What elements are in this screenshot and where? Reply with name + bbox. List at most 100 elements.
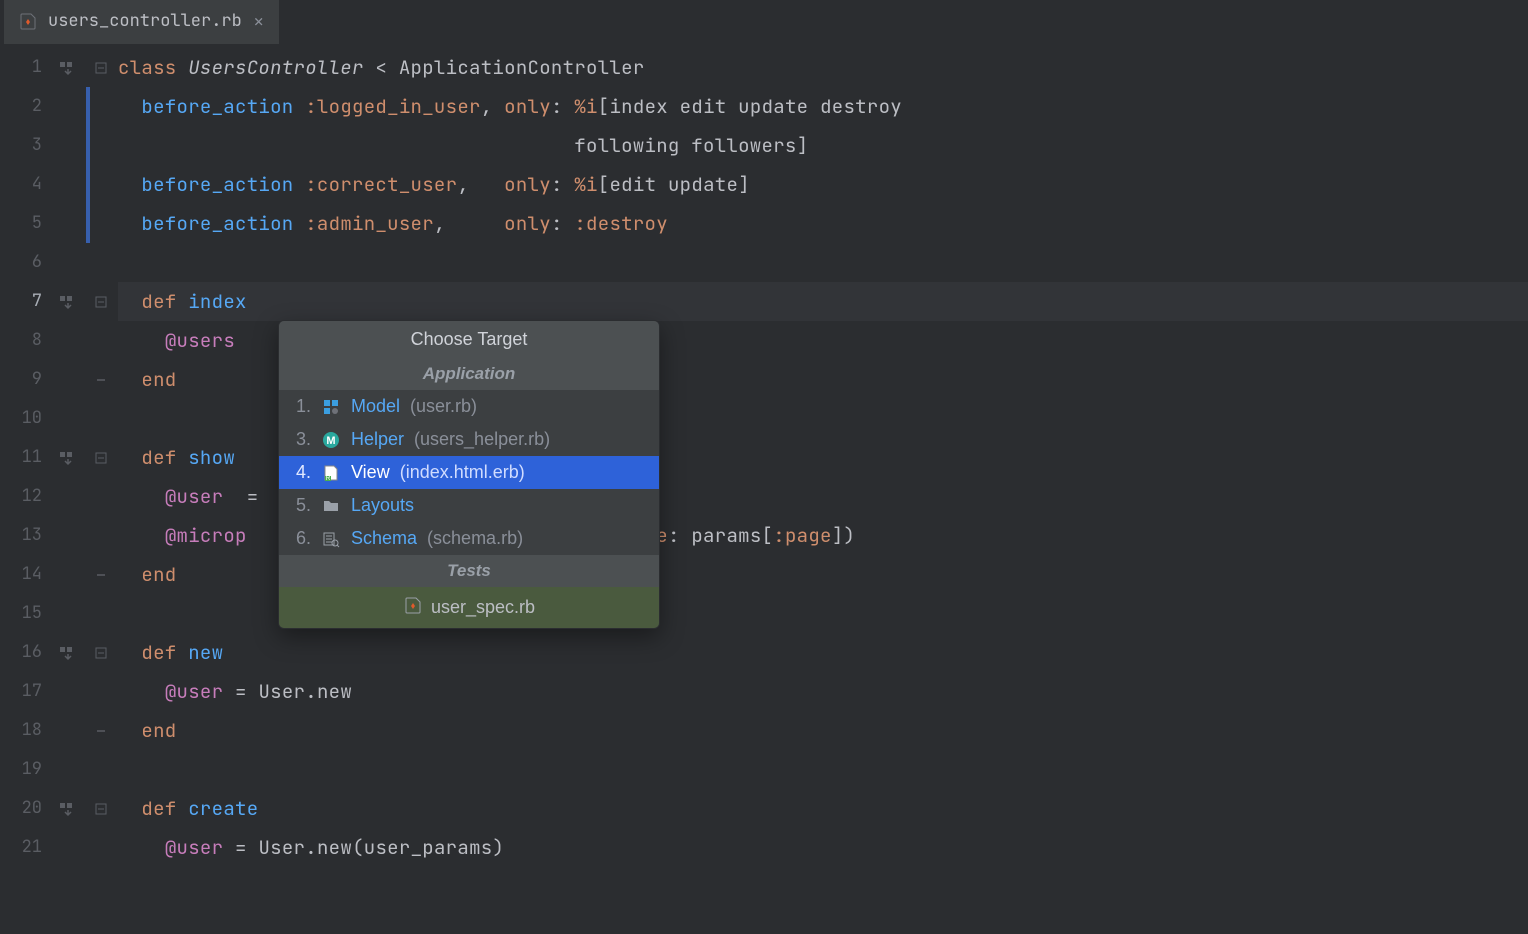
gutter-marker[interactable] [50, 633, 86, 672]
line-number[interactable]: 16 [0, 633, 50, 672]
line-number[interactable]: 7 [0, 282, 50, 321]
fold-toggle [90, 243, 112, 282]
code-line[interactable]: @user = User.new [118, 672, 1528, 711]
popup-item-label: Helper [351, 429, 404, 450]
line-number[interactable]: 14 [0, 555, 50, 594]
code-line[interactable]: following followers] [118, 126, 1528, 165]
code-line[interactable]: class UsersController < ApplicationContr… [118, 48, 1528, 87]
line-number[interactable]: 20 [0, 789, 50, 828]
line-number[interactable]: 19 [0, 750, 50, 789]
line-number[interactable]: 2 [0, 87, 50, 126]
gutter-marker [50, 594, 86, 633]
popup-item-number: 1. [291, 396, 311, 417]
gutter-marker [50, 126, 86, 165]
popup-item-number: 6. [291, 528, 311, 549]
popup-item-model[interactable]: 1.Model (user.rb) [279, 390, 659, 423]
choose-target-popup: Choose Target Application 1.Model (user.… [278, 320, 660, 629]
fold-toggle [90, 477, 112, 516]
popup-test-item[interactable]: user_spec.rb [279, 587, 659, 628]
line-number[interactable]: 10 [0, 399, 50, 438]
helper-icon: M [321, 430, 341, 450]
popup-item-helper[interactable]: 3.MHelper (users_helper.rb) [279, 423, 659, 456]
gutter-marker [50, 360, 86, 399]
gutter-marker [50, 477, 86, 516]
line-number[interactable]: 5 [0, 204, 50, 243]
line-number[interactable]: 11 [0, 438, 50, 477]
popup-title: Choose Target [279, 321, 659, 358]
code-line[interactable]: def index [118, 282, 1528, 321]
popup-item-schema[interactable]: 6. Schema (schema.rb) [279, 522, 659, 555]
popup-test-label: user_spec.rb [431, 597, 535, 618]
line-number[interactable]: 17 [0, 672, 50, 711]
marker-column [50, 44, 86, 934]
gutter-marker[interactable] [50, 789, 86, 828]
line-number[interactable]: 9 [0, 360, 50, 399]
line-number[interactable]: 6 [0, 243, 50, 282]
popup-section-tests: Tests [279, 555, 659, 587]
fold-toggle[interactable] [90, 789, 112, 828]
fold-toggle [90, 321, 112, 360]
popup-item-hint: (schema.rb) [427, 528, 523, 549]
view-icon: R [321, 463, 341, 483]
fold-toggle [90, 126, 112, 165]
fold-toggle[interactable] [90, 438, 112, 477]
code-line[interactable]: before_action :admin_user, only: :destro… [118, 204, 1528, 243]
line-number[interactable]: 13 [0, 516, 50, 555]
code-line[interactable]: before_action :correct_user, only: %i[ed… [118, 165, 1528, 204]
fold-toggle [90, 399, 112, 438]
line-number[interactable]: 4 [0, 165, 50, 204]
gutter-marker [50, 399, 86, 438]
fold-toggle [90, 594, 112, 633]
gutter-marker[interactable] [50, 282, 86, 321]
line-number[interactable]: 21 [0, 828, 50, 867]
gutter-marker [50, 750, 86, 789]
fold-toggle[interactable] [90, 282, 112, 321]
code-line[interactable] [118, 750, 1528, 789]
line-number[interactable]: 8 [0, 321, 50, 360]
fold-toggle [90, 516, 112, 555]
fold-toggle[interactable] [90, 555, 112, 594]
popup-item-number: 3. [291, 429, 311, 450]
gutter-marker[interactable] [50, 48, 86, 87]
fold-toggle[interactable] [90, 48, 112, 87]
code-line[interactable]: def new [118, 633, 1528, 672]
code-line[interactable]: @user = User.new(user_params) [118, 828, 1528, 867]
popup-item-label: Layouts [351, 495, 414, 516]
code-line[interactable]: before_action :logged_in_user, only: %i[… [118, 87, 1528, 126]
gutter-marker [50, 87, 86, 126]
gutter-marker [50, 672, 86, 711]
schema-icon [321, 529, 341, 549]
folder-icon [321, 496, 341, 516]
fold-toggle[interactable] [90, 360, 112, 399]
line-number[interactable]: 3 [0, 126, 50, 165]
popup-item-label: View [351, 462, 390, 483]
fold-toggle[interactable] [90, 711, 112, 750]
line-number[interactable]: 18 [0, 711, 50, 750]
gutter-marker [50, 828, 86, 867]
line-number[interactable]: 1 [0, 48, 50, 87]
popup-item-layouts[interactable]: 5. Layouts [279, 489, 659, 522]
code-line[interactable]: end [118, 711, 1528, 750]
svg-text:R: R [326, 476, 331, 482]
popup-item-hint: (index.html.erb) [400, 462, 525, 483]
popup-section-application: Application [279, 358, 659, 390]
editor: 123456789101112131415161718192021 class … [0, 44, 1528, 934]
svg-text:M: M [326, 435, 335, 447]
gutter-marker[interactable] [50, 438, 86, 477]
gutter-marker [50, 516, 86, 555]
popup-item-view[interactable]: 4. R View (index.html.erb) [279, 456, 659, 489]
file-tab[interactable]: users_controller.rb ✕ [4, 0, 279, 44]
popup-item-label: Schema [351, 528, 417, 549]
fold-toggle[interactable] [90, 633, 112, 672]
gutter-marker [50, 711, 86, 750]
close-tab-icon[interactable]: ✕ [252, 9, 266, 34]
code-line[interactable] [118, 243, 1528, 282]
popup-item-number: 5. [291, 495, 311, 516]
line-number[interactable]: 12 [0, 477, 50, 516]
code-line[interactable]: def create [118, 789, 1528, 828]
popup-item-number: 4. [291, 462, 311, 483]
fold-toggle [90, 750, 112, 789]
line-number[interactable]: 15 [0, 594, 50, 633]
fold-toggle [90, 87, 112, 126]
ruby-file-icon [18, 11, 38, 31]
